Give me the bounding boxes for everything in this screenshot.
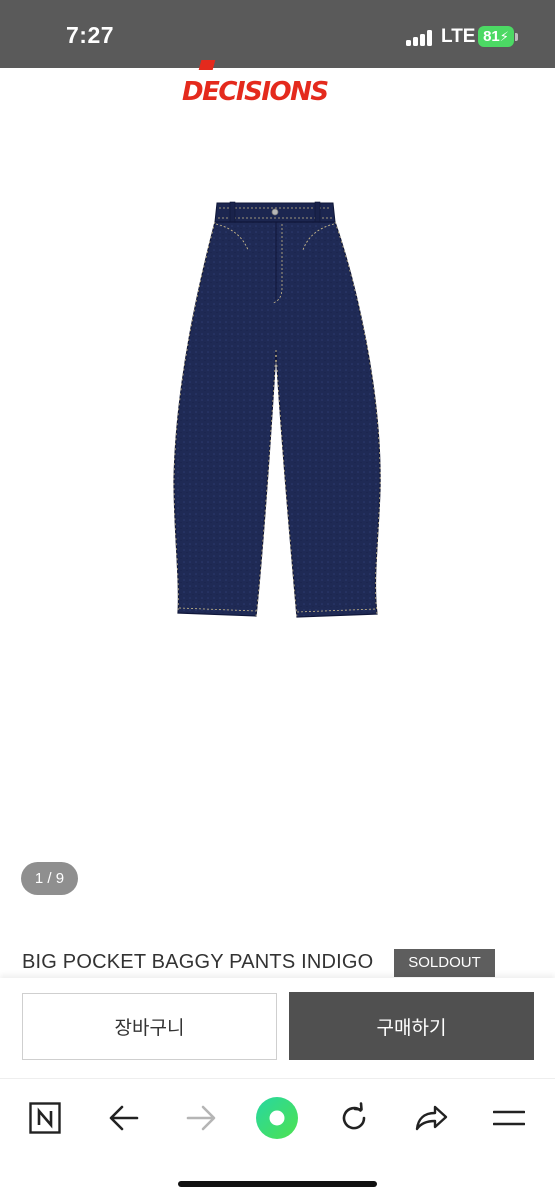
status-bar: 7:27 LTE 81⚡	[0, 0, 555, 68]
soldout-badge: SOLDOUT	[394, 949, 495, 977]
indigo-denim-baggy-pants	[173, 201, 381, 618]
brand-logo-text: DECISIONS	[182, 77, 329, 107]
product-title: BIG POCKET BAGGY PANTS INDIGO	[22, 951, 374, 973]
brand-logo[interactable]: DECISIONS	[180, 60, 376, 110]
buy-now-button[interactable]: 구매하기	[289, 992, 534, 1060]
green-home-icon[interactable]	[253, 1095, 301, 1141]
logo-mark	[198, 60, 216, 70]
product-image[interactable]	[170, 200, 388, 620]
add-to-cart-button[interactable]: 장바구니	[22, 993, 277, 1060]
status-time: 7:27	[66, 22, 115, 48]
menu-icon[interactable]	[485, 1095, 533, 1141]
battery-charging-icon: 81⚡	[478, 26, 514, 47]
signal-icon	[406, 30, 434, 46]
network-type: LTE	[441, 26, 476, 47]
refresh-icon[interactable]	[330, 1095, 378, 1141]
share-icon[interactable]	[408, 1095, 456, 1141]
back-arrow-icon[interactable]	[100, 1095, 148, 1141]
battery-cap	[515, 33, 518, 41]
image-pager: 1 / 9	[21, 862, 78, 895]
forward-arrow-icon[interactable]	[177, 1095, 225, 1141]
naver-n-icon[interactable]	[21, 1095, 69, 1141]
battery-level: 81	[483, 28, 500, 45]
home-indicator[interactable]	[178, 1181, 377, 1187]
purchase-action-bar: 장바구니 구매하기	[0, 978, 555, 1078]
